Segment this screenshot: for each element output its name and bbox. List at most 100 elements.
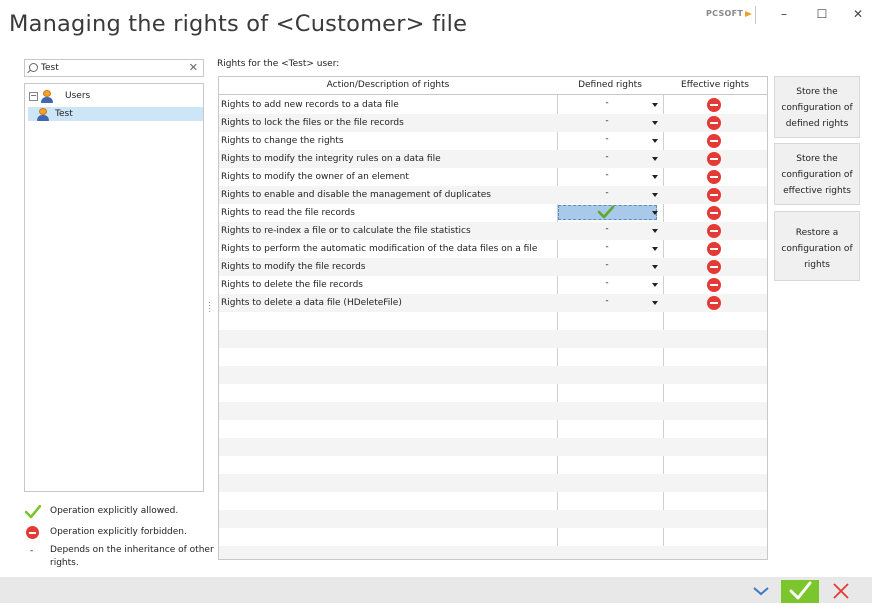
table-row[interactable]: Rights to modify the file records - bbox=[219, 258, 767, 276]
table-row bbox=[219, 528, 767, 546]
defined-rights-value[interactable]: - bbox=[602, 170, 612, 180]
right-description: Rights to modify the integrity rules on … bbox=[221, 154, 441, 164]
table-row bbox=[219, 492, 767, 510]
forbidden-icon bbox=[707, 170, 721, 184]
right-description: Rights to modify the owner of an element bbox=[221, 172, 409, 182]
table-row[interactable]: Rights to change the rights - bbox=[219, 132, 767, 150]
clear-search-icon[interactable]: ✕ bbox=[189, 62, 198, 74]
right-description: Rights to lock the files or the file rec… bbox=[221, 118, 404, 128]
defined-rights-value[interactable]: - bbox=[602, 116, 612, 126]
header-defined-rights[interactable]: Defined rights bbox=[557, 80, 663, 90]
dropdown-arrow-icon[interactable] bbox=[652, 229, 658, 233]
minimize-button[interactable]: – bbox=[771, 5, 797, 23]
panel-splitter[interactable] bbox=[208, 300, 211, 320]
table-row bbox=[219, 546, 767, 559]
user-search-box[interactable]: ✕ bbox=[24, 59, 204, 77]
defined-rights-value[interactable]: - bbox=[602, 296, 612, 306]
rights-caption: Rights for the <Test> user: bbox=[217, 59, 340, 69]
table-row[interactable]: Rights to lock the files or the file rec… bbox=[219, 114, 767, 132]
dropdown-arrow-icon[interactable] bbox=[652, 193, 658, 197]
users-tree[interactable]: − Users Test bbox=[24, 83, 204, 492]
defined-rights-value[interactable]: - bbox=[602, 134, 612, 144]
defined-rights-value[interactable]: - bbox=[602, 152, 612, 162]
dropdown-arrow-icon[interactable] bbox=[652, 247, 658, 251]
defined-rights-value[interactable]: - bbox=[602, 242, 612, 252]
defined-rights-value[interactable]: - bbox=[602, 188, 612, 198]
forbidden-icon bbox=[707, 260, 721, 274]
table-row[interactable]: Rights to enable and disable the managem… bbox=[219, 186, 767, 204]
users-group-icon bbox=[41, 90, 53, 103]
button-line: rights bbox=[804, 260, 830, 270]
cancel-button[interactable] bbox=[822, 580, 860, 603]
tree-node-test-label: Test bbox=[55, 109, 73, 119]
forbidden-icon bbox=[707, 242, 721, 256]
dropdown-arrow-icon[interactable] bbox=[652, 301, 658, 305]
button-line: configuration of bbox=[781, 244, 853, 254]
rights-table: Action/Description of rights Defined rig… bbox=[218, 76, 768, 560]
store-defined-rights-button[interactable]: Store the configuration of defined right… bbox=[774, 76, 860, 138]
forbidden-icon bbox=[707, 278, 721, 292]
user-icon bbox=[37, 108, 49, 121]
chevron-down-icon bbox=[753, 587, 769, 596]
check-icon bbox=[789, 581, 812, 600]
table-row bbox=[219, 330, 767, 348]
table-row bbox=[219, 384, 767, 402]
right-description: Rights to modify the file records bbox=[221, 262, 366, 272]
dropdown-arrow-icon[interactable] bbox=[652, 103, 658, 107]
title-bar: Managing the rights of <Customer> file P… bbox=[0, 0, 872, 50]
table-row bbox=[219, 474, 767, 492]
table-row[interactable]: Rights to delete the file records - bbox=[219, 276, 767, 294]
collapse-icon[interactable]: − bbox=[29, 92, 38, 101]
validate-button[interactable] bbox=[781, 580, 819, 603]
close-button[interactable]: ✕ bbox=[845, 5, 871, 23]
check-icon bbox=[25, 505, 41, 519]
legend-inherit: - Depends on the inheritance of other ri… bbox=[25, 544, 225, 572]
maximize-button[interactable]: ☐ bbox=[809, 5, 835, 23]
table-row bbox=[219, 420, 767, 438]
table-row bbox=[219, 348, 767, 366]
search-input[interactable] bbox=[41, 61, 181, 75]
dropdown-arrow-icon[interactable] bbox=[652, 139, 658, 143]
table-row[interactable]: Rights to delete a data file (HDeleteFil… bbox=[219, 294, 767, 312]
table-row[interactable]: Rights to add new records to a data file… bbox=[219, 96, 767, 114]
dropdown-arrow-icon[interactable] bbox=[652, 265, 658, 269]
store-effective-rights-button[interactable]: Store the configuration of effective rig… bbox=[774, 143, 860, 205]
header-effective-rights[interactable]: Effective rights bbox=[663, 80, 767, 90]
titlebar-divider bbox=[755, 6, 756, 24]
forbidden-icon bbox=[707, 296, 721, 310]
header-action[interactable]: Action/Description of rights bbox=[219, 80, 557, 90]
dropdown-arrow-icon[interactable] bbox=[652, 211, 658, 215]
right-description: Rights to enable and disable the managem… bbox=[221, 190, 491, 200]
defined-rights-value[interactable]: - bbox=[602, 224, 612, 234]
forbidden-icon bbox=[707, 206, 721, 220]
close-icon bbox=[833, 583, 849, 599]
defined-rights-value[interactable]: - bbox=[602, 260, 612, 270]
right-description: Rights to delete a data file (HDeleteFil… bbox=[221, 298, 402, 308]
table-row[interactable]: Rights to perform the automatic modifica… bbox=[219, 240, 767, 258]
table-row bbox=[219, 456, 767, 474]
table-row[interactable]: Rights to modify the integrity rules on … bbox=[219, 150, 767, 168]
table-row[interactable]: Rights to re-index a file or to calculat… bbox=[219, 222, 767, 240]
right-description: Rights to add new records to a data file bbox=[221, 100, 399, 110]
restore-rights-button[interactable]: Restore a configuration of rights bbox=[774, 211, 860, 281]
button-line: effective rights bbox=[783, 186, 851, 196]
defined-rights-value[interactable]: - bbox=[602, 278, 612, 288]
tree-node-users[interactable]: Users bbox=[65, 91, 90, 101]
window-title: Managing the rights of <Customer> file bbox=[9, 11, 468, 37]
defined-rights-value[interactable]: - bbox=[602, 98, 612, 108]
search-icon bbox=[29, 63, 38, 72]
right-description: Rights to delete the file records bbox=[221, 280, 363, 290]
forbidden-icon bbox=[707, 134, 721, 148]
table-header: Action/Description of rights Defined rig… bbox=[219, 77, 767, 95]
tree-node-test[interactable]: Test bbox=[28, 107, 203, 121]
dropdown-arrow-icon[interactable] bbox=[652, 175, 658, 179]
dropdown-arrow-icon[interactable] bbox=[652, 283, 658, 287]
table-row[interactable]: Rights to read the file records bbox=[219, 204, 767, 222]
dropdown-arrow-icon[interactable] bbox=[652, 121, 658, 125]
forbidden-icon bbox=[707, 152, 721, 166]
table-row[interactable]: Rights to modify the owner of an element… bbox=[219, 168, 767, 186]
button-line: Store the bbox=[796, 87, 838, 97]
dropdown-arrow-icon[interactable] bbox=[652, 157, 658, 161]
forbidden-icon bbox=[707, 224, 721, 238]
more-options-button[interactable] bbox=[742, 580, 780, 603]
